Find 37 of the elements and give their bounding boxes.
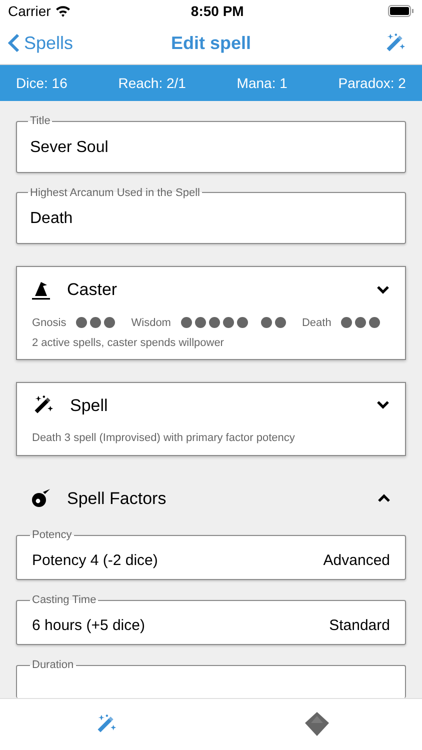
spell-note: Death 3 spell (Improvised) with primary factor potency (32, 431, 296, 446)
field-label: Potency (31, 528, 73, 543)
nav-title: Edit spell (171, 32, 251, 55)
field-label: Highest Arcanum Used in the Spell (29, 186, 201, 200)
field-label: Title (29, 114, 52, 129)
spell-factors-header[interactable]: Spell Factors (16, 486, 406, 511)
field-value: Sever Soul (30, 138, 110, 158)
wand-icon (384, 32, 406, 54)
clock: 8:50 PM (190, 2, 244, 20)
factor-field[interactable]: Potency Potency 4 (-2 dice) Advanced (16, 527, 406, 580)
carrier-label: Carrier (8, 2, 51, 20)
stat-label: Paradox: 2 (338, 74, 406, 92)
stat-label: Mana: 1 (236, 74, 288, 92)
stat-label: Reach: 2/1 (118, 74, 186, 92)
factor-value: Potency 4 (-2 dice) (32, 550, 158, 570)
chevron-left-icon (8, 33, 20, 53)
field-label: Casting Time (31, 593, 98, 608)
comet-icon (31, 488, 51, 508)
factor-mode: Standard (329, 616, 390, 636)
field-label: Duration (31, 658, 75, 673)
stat-label: Dice: 16 (16, 74, 68, 92)
trait-label: Wisdom (131, 316, 171, 330)
factor-mode: Advanced (323, 550, 390, 570)
die-icon (304, 710, 330, 736)
trait-label: Gnosis (32, 316, 66, 330)
battery-icon (388, 5, 414, 17)
trait-label: Death (302, 316, 332, 330)
wizard-hat-icon (32, 280, 51, 300)
caster-header[interactable]: Caster (32, 277, 390, 302)
factor-value: 6 hours (+5 dice) (32, 616, 145, 636)
factor-field[interactable]: Casting Time 6 hours (+5 dice) Standard (16, 592, 406, 645)
text-field[interactable]: Title Sever Soul (16, 113, 406, 172)
factor-field[interactable]: Duration (16, 657, 406, 698)
wifi-icon (54, 5, 71, 17)
field-value: Death (30, 209, 74, 229)
spell-header[interactable]: Spell (32, 392, 390, 418)
caster-note: 2 active spells, caster spends willpower (32, 336, 225, 351)
